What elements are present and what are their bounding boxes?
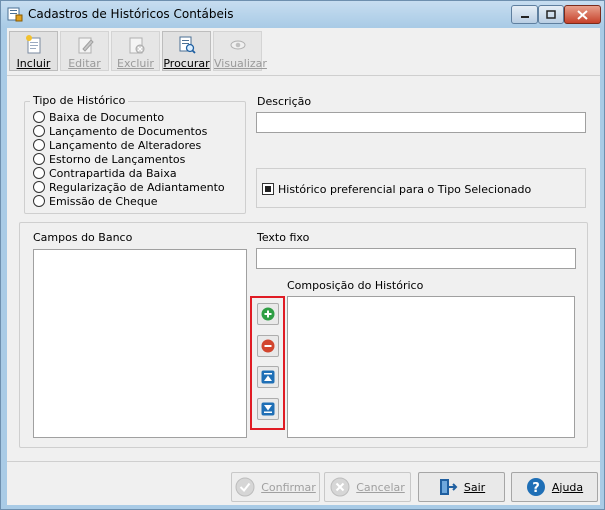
tipo-historico-title: Tipo de Histórico <box>30 94 129 107</box>
editar-label: Editar <box>68 57 101 70</box>
cancelar-button[interactable]: Cancelar <box>324 472 411 502</box>
descricao-input[interactable] <box>256 112 586 133</box>
ajuda-label: Ajuda <box>551 480 584 494</box>
radio-button[interactable] <box>33 167 45 179</box>
radio-button[interactable] <box>33 139 45 151</box>
radio-button[interactable] <box>33 125 45 137</box>
view-eye-icon <box>230 40 246 50</box>
sair-button[interactable]: Sair <box>418 472 505 502</box>
move-bottom-icon <box>261 402 275 416</box>
radio-emissao-cheque[interactable]: Emissão de Cheque <box>33 194 158 208</box>
composicao-list[interactable] <box>287 296 575 438</box>
texto-fixo-label: Texto fixo <box>257 231 310 244</box>
radio-button[interactable] <box>33 181 45 193</box>
minimize-button[interactable] <box>511 5 538 24</box>
window-title: Cadastros de Históricos Contábeis <box>28 7 234 21</box>
move-top-button[interactable] <box>257 366 279 388</box>
move-bottom-button[interactable] <box>257 398 279 420</box>
descricao-label: Descrição <box>257 95 312 108</box>
remove-icon <box>261 339 275 353</box>
search-document-icon <box>179 36 196 54</box>
minimize-icon <box>520 15 529 18</box>
radio-label: Contrapartida da Baixa <box>49 166 177 180</box>
app-window: Cadastros de Históricos Contábeis Inclui… <box>0 0 605 510</box>
footer-separator <box>7 461 600 462</box>
radio-label: Lançamento de Documentos <box>49 124 208 138</box>
title-bar: Cadastros de Históricos Contábeis <box>1 1 604 27</box>
move-top-icon <box>261 370 275 384</box>
confirmar-button[interactable]: Confirmar <box>231 472 320 502</box>
incluir-button[interactable]: Incluir <box>9 31 58 71</box>
radio-label: Emissão de Cheque <box>49 194 158 208</box>
edit-document-icon <box>78 37 94 54</box>
ajuda-button[interactable]: ? Ajuda <box>511 472 598 502</box>
cancel-icon <box>330 477 350 497</box>
confirmar-label: Confirmar <box>261 480 316 494</box>
radio-label: Baixa de Documento <box>49 110 165 124</box>
radio-contrapartida-baixa[interactable]: Contrapartida da Baixa <box>33 166 177 180</box>
campos-banco-label: Campos do Banco <box>33 231 133 244</box>
toolbar: Incluir Editar Excluir Procurar Visualiz… <box>7 28 600 74</box>
maximize-icon <box>546 10 556 19</box>
radio-lancamento-documentos[interactable]: Lançamento de Documentos <box>33 124 207 138</box>
radio-baixa-documento[interactable]: Baixa de Documento <box>33 110 164 124</box>
incluir-label: Incluir <box>16 57 51 70</box>
radio-estorno-lancamentos[interactable]: Estorno de Lançamentos <box>33 152 185 166</box>
highlight-frame <box>250 296 285 430</box>
new-document-icon <box>26 35 41 54</box>
radio-regularizacao-adiantamento[interactable]: Regularização de Adiantamento <box>33 180 225 194</box>
radio-button[interactable] <box>33 195 45 207</box>
client-area: Incluir Editar Excluir Procurar Visualiz… <box>7 28 600 505</box>
radio-button[interactable] <box>33 153 45 165</box>
procurar-label: Procurar <box>163 57 210 70</box>
help-icon: ? <box>526 478 545 496</box>
visualizar-label: Visualizar <box>214 57 267 70</box>
maximize-button[interactable] <box>538 5 564 24</box>
close-icon <box>577 9 588 20</box>
toolbar-separator <box>7 75 600 76</box>
cancelar-label: Cancelar <box>356 480 405 494</box>
campos-banco-list[interactable] <box>33 249 247 438</box>
preferencial-label: Histórico preferencial para o Tipo Selec… <box>278 183 532 196</box>
radio-label: Lançamento de Alteradores <box>49 138 202 152</box>
svg-text:?: ? <box>532 481 540 496</box>
visualizar-button[interactable]: Visualizar <box>213 31 267 71</box>
radio-button[interactable] <box>33 111 45 123</box>
exit-door-icon <box>439 479 458 495</box>
remove-field-button[interactable] <box>257 335 279 357</box>
add-field-button[interactable] <box>257 303 279 325</box>
radio-label: Regularização de Adiantamento <box>49 180 225 194</box>
preferencial-group: Histórico preferencial para o Tipo Selec… <box>256 168 586 208</box>
excluir-label: Excluir <box>117 57 154 70</box>
add-icon <box>261 307 275 321</box>
radio-lancamento-alteradores[interactable]: Lançamento de Alteradores <box>33 138 201 152</box>
close-button[interactable] <box>564 5 601 24</box>
composicao-label: Composição do Histórico <box>287 279 424 292</box>
procurar-button[interactable]: Procurar <box>162 31 211 71</box>
delete-document-icon <box>129 37 145 54</box>
texto-fixo-input[interactable] <box>256 248 576 269</box>
radio-label: Estorno de Lançamentos <box>49 152 186 166</box>
check-icon <box>235 477 255 497</box>
app-icon <box>7 7 23 22</box>
editar-button[interactable]: Editar <box>60 31 109 71</box>
sair-label: Sair <box>463 480 486 494</box>
excluir-button[interactable]: Excluir <box>111 31 160 71</box>
preferencial-checkbox[interactable] <box>262 183 274 195</box>
